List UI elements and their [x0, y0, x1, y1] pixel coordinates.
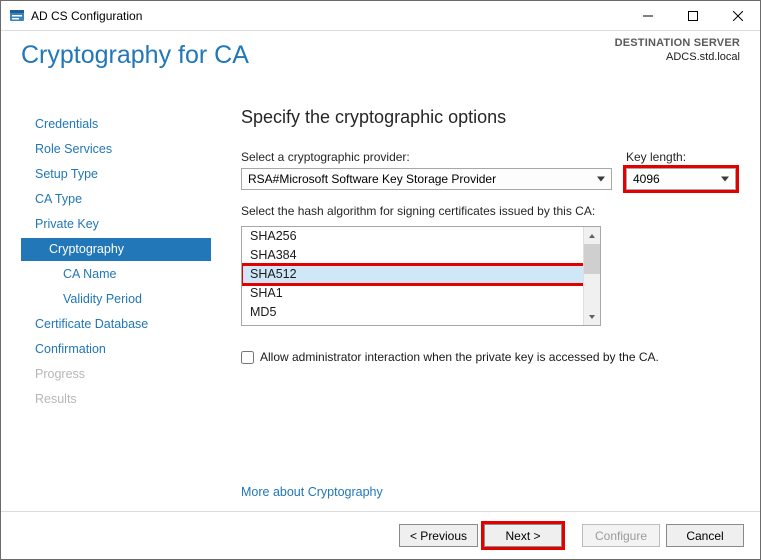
content: Specify the cryptographic options Select…	[211, 91, 740, 511]
provider-value: RSA#Microsoft Software Key Storage Provi…	[248, 172, 496, 186]
wizard-step[interactable]: Private Key	[21, 213, 211, 236]
app-icon	[9, 8, 25, 24]
keylen-value: 4096	[633, 172, 660, 186]
maximize-button[interactable]	[670, 1, 715, 30]
wizard-step: Results	[21, 388, 211, 411]
keylen-label: Key length:	[626, 150, 736, 164]
provider-label: Select a cryptographic provider:	[241, 150, 612, 164]
wizard-step[interactable]: Validity Period	[21, 288, 211, 311]
wizard-step[interactable]: Certificate Database	[21, 313, 211, 336]
scroll-down-icon[interactable]	[584, 308, 600, 325]
page-heading: Cryptography for CA	[21, 41, 249, 70]
content-heading: Specify the cryptographic options	[241, 107, 736, 128]
wizard-step[interactable]: Cryptography	[21, 238, 211, 261]
footer: < Previous Next > Configure Cancel	[1, 511, 760, 559]
hash-option[interactable]: SHA1	[242, 284, 600, 303]
wizard-step[interactable]: Credentials	[21, 113, 211, 136]
body: CredentialsRole ServicesSetup TypeCA Typ…	[1, 91, 760, 511]
wizard-step[interactable]: CA Name	[21, 263, 211, 286]
close-button[interactable]	[715, 1, 760, 30]
allow-admin-checkbox[interactable]	[241, 351, 254, 364]
previous-button[interactable]: < Previous	[399, 524, 478, 547]
hash-scrollbar[interactable]	[583, 227, 600, 325]
configure-button: Configure	[582, 524, 660, 547]
wizard-step[interactable]: Confirmation	[21, 338, 211, 361]
scroll-up-icon[interactable]	[584, 227, 600, 244]
next-button[interactable]: Next >	[484, 524, 562, 547]
titlebar: AD CS Configuration	[1, 1, 760, 31]
header: Cryptography for CA DESTINATION SERVER A…	[1, 31, 760, 91]
hash-listbox[interactable]: SHA256SHA384SHA512SHA1MD5	[241, 226, 601, 326]
wizard-nav: CredentialsRole ServicesSetup TypeCA Typ…	[21, 91, 211, 511]
wizard-step[interactable]: Setup Type	[21, 163, 211, 186]
wizard-step[interactable]: Role Services	[21, 138, 211, 161]
destination-info: DESTINATION SERVER ADCS.std.local	[615, 37, 740, 63]
hash-option[interactable]: SHA384	[242, 246, 600, 265]
keylen-select[interactable]: 4096	[626, 168, 736, 190]
minimize-button[interactable]	[625, 1, 670, 30]
provider-select[interactable]: RSA#Microsoft Software Key Storage Provi…	[241, 168, 612, 190]
hash-option[interactable]: SHA512	[242, 265, 600, 284]
wizard-step: Progress	[21, 363, 211, 386]
cancel-button[interactable]: Cancel	[666, 524, 744, 547]
wizard-step[interactable]: CA Type	[21, 188, 211, 211]
destination-label: DESTINATION SERVER	[615, 37, 740, 49]
hash-label: Select the hash algorithm for signing ce…	[241, 204, 736, 218]
hash-option[interactable]: MD5	[242, 303, 600, 322]
window-title: AD CS Configuration	[31, 9, 142, 23]
hash-option[interactable]: SHA256	[242, 227, 600, 246]
destination-host: ADCS.std.local	[615, 51, 740, 63]
scroll-thumb[interactable]	[584, 244, 600, 274]
more-link[interactable]: More about Cryptography	[241, 485, 736, 499]
allow-admin-label: Allow administrator interaction when the…	[260, 350, 659, 364]
